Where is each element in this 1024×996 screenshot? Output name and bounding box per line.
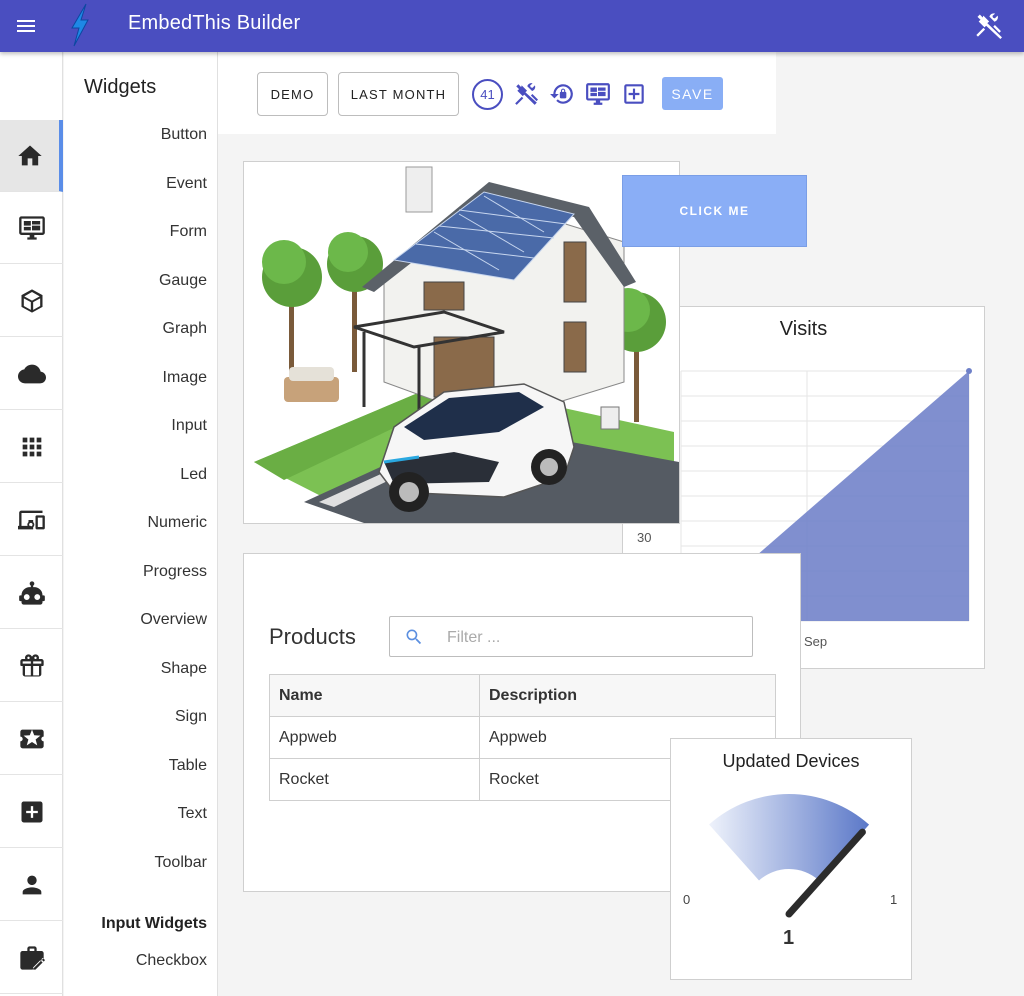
nav-builder[interactable] bbox=[0, 922, 63, 994]
count-badge[interactable]: 41 bbox=[472, 79, 503, 110]
column-header-name[interactable]: Name bbox=[269, 674, 480, 717]
section-input-widgets: Input Widgets bbox=[101, 915, 207, 932]
widget-event[interactable]: Event bbox=[166, 175, 207, 193]
nav-home[interactable] bbox=[0, 120, 63, 192]
demo-button[interactable]: DEMO bbox=[257, 72, 328, 116]
tools-icon[interactable] bbox=[974, 11, 1002, 40]
updated-devices-gauge-widget[interactable]: Updated Devices 0 1 1 bbox=[670, 738, 912, 980]
menu-icon[interactable] bbox=[14, 14, 38, 38]
chart-x-tick-label: Sep bbox=[804, 634, 827, 649]
filter-input[interactable]: Filter ... bbox=[389, 616, 753, 657]
app-bar: EmbedThis Builder bbox=[0, 0, 1024, 52]
add-box-icon bbox=[21, 801, 42, 822]
cloud-icon bbox=[17, 364, 46, 383]
nav-things[interactable] bbox=[0, 265, 63, 337]
chart-data-point bbox=[966, 368, 972, 374]
widget-numeric[interactable]: Numeric bbox=[147, 514, 207, 532]
nav-account[interactable] bbox=[0, 849, 63, 921]
widget-image[interactable]: Image bbox=[163, 369, 207, 387]
widget-input[interactable]: Input bbox=[171, 417, 207, 435]
nav-rail bbox=[0, 52, 63, 996]
widget-text[interactable]: Text bbox=[178, 805, 207, 823]
solar-house-image bbox=[244, 162, 679, 523]
add-box-icon[interactable] bbox=[621, 81, 647, 107]
nav-apps[interactable] bbox=[0, 411, 63, 483]
gift-icon bbox=[19, 653, 44, 676]
chart-y-tick-label: 30 bbox=[637, 530, 651, 545]
nav-automations[interactable] bbox=[0, 557, 63, 629]
robot-icon bbox=[18, 580, 45, 605]
briefcase-edit-icon bbox=[19, 945, 45, 970]
widget-button[interactable]: Button bbox=[161, 126, 207, 144]
app-title: EmbedThis Builder bbox=[128, 12, 301, 34]
widget-overview[interactable]: Overview bbox=[140, 611, 207, 629]
column-header-description[interactable]: Description bbox=[479, 674, 776, 717]
gauge-arc bbox=[709, 794, 870, 881]
widget-graph[interactable]: Graph bbox=[163, 320, 207, 338]
cell-name[interactable]: Appweb bbox=[269, 716, 480, 759]
apps-grid-icon bbox=[22, 437, 41, 456]
gauge: 0 1 1 bbox=[683, 794, 897, 949]
nav-cloud[interactable] bbox=[0, 338, 63, 410]
cell-name[interactable]: Rocket bbox=[269, 758, 480, 801]
widget-shape[interactable]: Shape bbox=[161, 660, 207, 678]
click-me-button[interactable]: CLICK ME bbox=[622, 175, 807, 247]
person-icon bbox=[22, 875, 41, 894]
widget-checkbox[interactable]: Checkbox bbox=[136, 952, 207, 970]
products-title: Products bbox=[269, 624, 356, 649]
nav-tickets[interactable] bbox=[0, 703, 63, 775]
gauge-value-label: 1 bbox=[783, 927, 794, 949]
widget-led[interactable]: Led bbox=[180, 466, 207, 484]
search-icon bbox=[406, 629, 422, 645]
cube-icon bbox=[21, 288, 42, 313]
date-range-button[interactable]: LAST MONTH bbox=[338, 72, 459, 116]
nav-offers[interactable] bbox=[0, 630, 63, 702]
widgets-palette: Widgets Button Event Form Gauge Graph Im… bbox=[64, 52, 218, 996]
image-widget[interactable] bbox=[243, 161, 680, 524]
widget-toolbar[interactable]: Toolbar bbox=[155, 854, 207, 872]
monitor-dashboard-icon[interactable] bbox=[585, 81, 611, 107]
widget-progress[interactable]: Progress bbox=[143, 563, 207, 581]
nav-add[interactable] bbox=[0, 776, 63, 848]
home-icon bbox=[17, 145, 42, 165]
ticket-star-icon bbox=[19, 729, 44, 748]
table-header-row: Name Description bbox=[269, 674, 776, 717]
dashboard-monitor-icon bbox=[18, 215, 45, 240]
devices-icon bbox=[17, 510, 45, 529]
lock-reset-icon[interactable] bbox=[549, 81, 575, 107]
dashboard-toolbar: DEMO LAST MONTH 41 SAVE bbox=[218, 52, 776, 134]
widget-sign[interactable]: Sign bbox=[175, 708, 207, 726]
nav-devices[interactable] bbox=[0, 484, 63, 556]
nav-dashboards[interactable] bbox=[0, 192, 63, 264]
widget-form[interactable]: Form bbox=[170, 223, 207, 241]
gauge-min-label: 0 bbox=[683, 892, 690, 907]
filter-placeholder: Filter ... bbox=[447, 629, 501, 646]
save-button[interactable]: SAVE bbox=[662, 77, 723, 110]
lightning-logo bbox=[66, 2, 94, 48]
widget-gauge[interactable]: Gauge bbox=[159, 272, 207, 290]
tools-icon[interactable] bbox=[513, 81, 539, 107]
gauge-max-label: 1 bbox=[890, 892, 897, 907]
widget-table[interactable]: Table bbox=[169, 757, 207, 775]
palette-heading: Widgets bbox=[84, 76, 157, 98]
